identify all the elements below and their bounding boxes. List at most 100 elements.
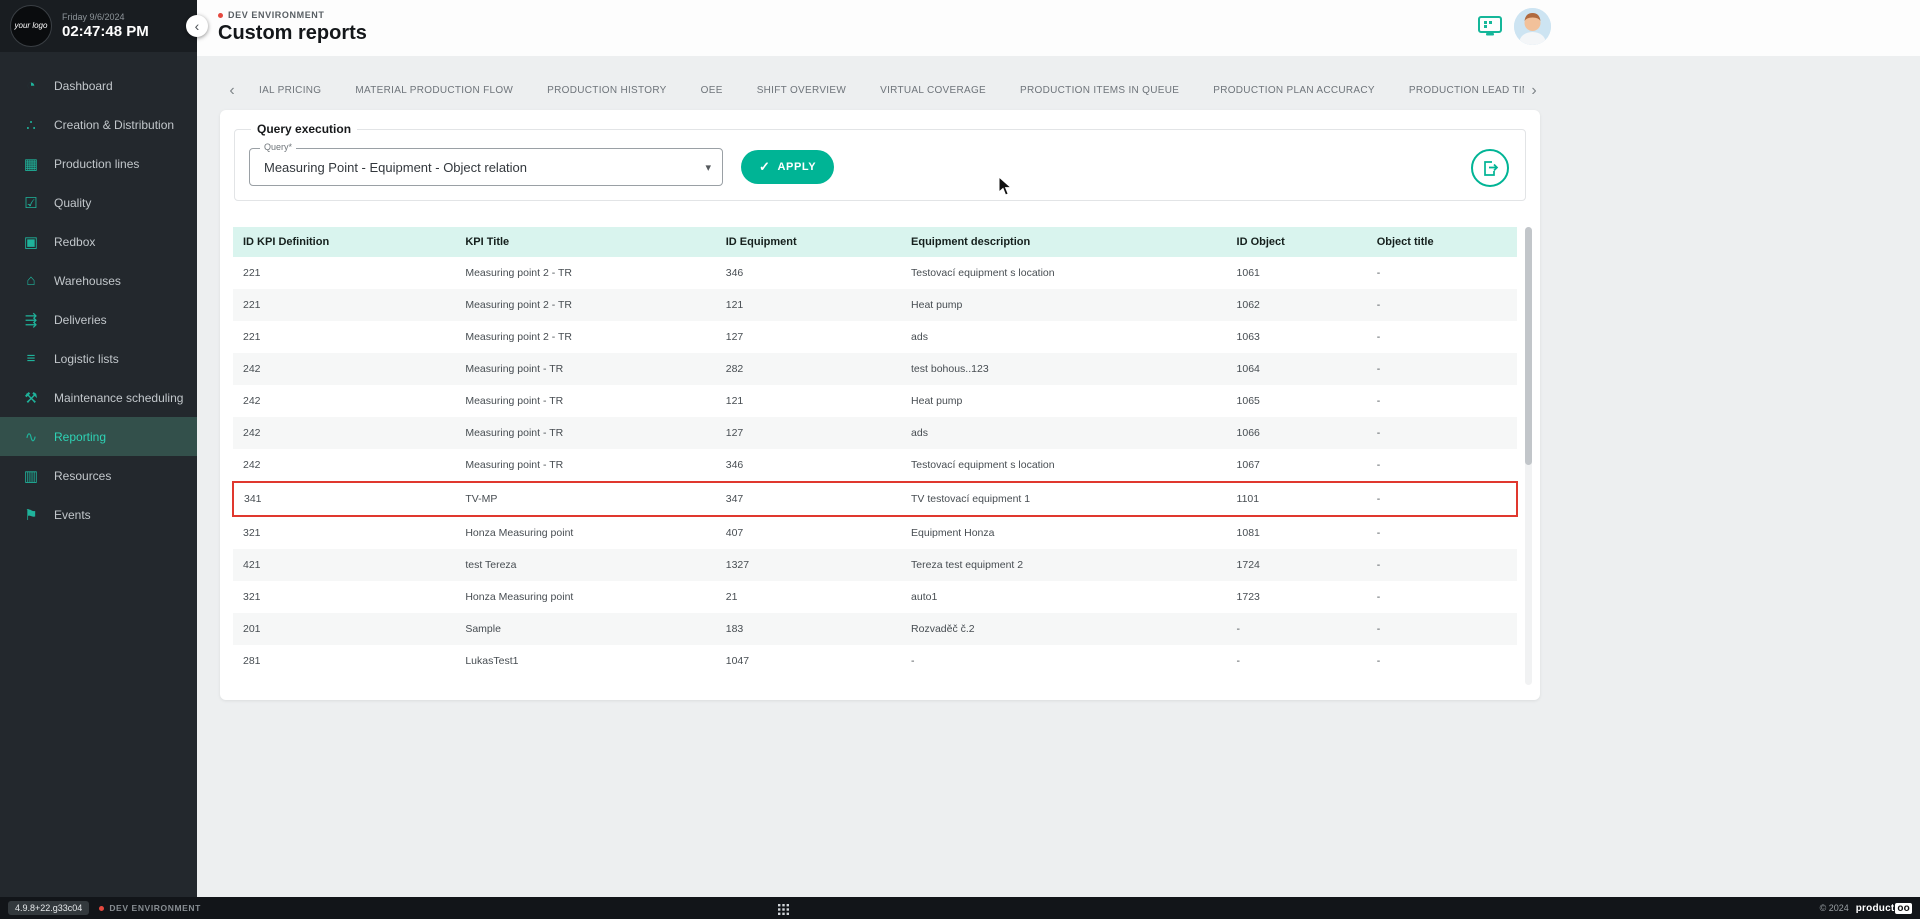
user-avatar[interactable] (1514, 8, 1551, 45)
table-row-highlighted[interactable]: 341TV-MP347TV testovací equipment 11101- (233, 482, 1517, 516)
tab-virtual-coverage[interactable]: VIRTUAL COVERAGE (863, 76, 1003, 105)
cell: - (1227, 613, 1367, 645)
cell: - (1367, 482, 1517, 516)
sidebar-item-label: Resources (54, 469, 111, 483)
col-header-object-title: Object title (1367, 227, 1517, 257)
cell: 1723 (1227, 581, 1367, 613)
table-row[interactable]: 221Measuring point 2 - TR346Testovací eq… (233, 257, 1517, 289)
export-button[interactable] (1471, 149, 1509, 187)
env-dot-icon (218, 13, 223, 18)
table-scrollbar-thumb[interactable] (1525, 227, 1532, 465)
cell: 21 (716, 581, 901, 613)
table-row[interactable]: 421test Tereza1327Tereza test equipment … (233, 549, 1517, 581)
table-row[interactable]: 242Measuring point - TR282test bohous..1… (233, 353, 1517, 385)
sidebar-item-label: Maintenance scheduling (54, 391, 183, 405)
cell: Rozvaděč č.2 (901, 613, 1227, 645)
table-row[interactable]: 201Sample183Rozvaděč č.2-- (233, 613, 1517, 645)
query-row: Query* Measuring Point - Equipment - Obj… (249, 148, 1511, 186)
query-select[interactable]: Query* Measuring Point - Equipment - Obj… (249, 148, 723, 186)
table-row[interactable]: 242Measuring point - TR127ads1066- (233, 417, 1517, 449)
cell: - (1367, 289, 1517, 321)
custom-reports-panel: Query execution Query* Measuring Point -… (220, 110, 1540, 700)
sidebar-item-events[interactable]: ⚑ Events (0, 495, 197, 534)
sidebar-item-resources[interactable]: ▥ Resources (0, 456, 197, 495)
env-indicator: DEV ENVIRONMENT (218, 10, 325, 20)
sidebar-item-warehouses[interactable]: ⌂ Warehouses (0, 261, 197, 300)
table-row[interactable]: 321Honza Measuring point21auto11723- (233, 581, 1517, 613)
query-execution-fieldset: Query execution Query* Measuring Point -… (234, 122, 1526, 201)
cell: Measuring point 2 - TR (455, 289, 715, 321)
sidebar-item-deliveries[interactable]: ⇶ Deliveries (0, 300, 197, 339)
cell: 321 (233, 581, 455, 613)
sidebar-item-redbox[interactable]: ▣ Redbox (0, 222, 197, 261)
sidebar-item-label: Creation & Distribution (54, 118, 174, 132)
sidebar-item-maintenance-scheduling[interactable]: ⚒ Maintenance scheduling (0, 378, 197, 417)
tabs-scroll-left-icon[interactable]: ‹ (222, 76, 242, 105)
current-date: Friday 9/6/2024 (62, 12, 149, 22)
tab-production-items-in-queue[interactable]: PRODUCTION ITEMS IN QUEUE (1003, 76, 1196, 105)
cell: 242 (233, 449, 455, 482)
cell: Measuring point - TR (455, 385, 715, 417)
footer-brand-area: © 2024 productoo (1820, 903, 1912, 914)
cell: - (1367, 321, 1517, 353)
table-row[interactable]: 242Measuring point - TR121Heat pump1065- (233, 385, 1517, 417)
env-dot-icon (99, 906, 104, 911)
cell: 1066 (1227, 417, 1367, 449)
cell: Testovací equipment s location (901, 257, 1227, 289)
version-badge: 4.9.8+22.g33c04 (8, 901, 89, 915)
cell: 201 (233, 613, 455, 645)
table-row[interactable]: 321Honza Measuring point407Equipment Hon… (233, 516, 1517, 549)
tab-material-pricing[interactable]: IAL PRICING (242, 76, 338, 105)
cell: - (1367, 257, 1517, 289)
page-title: Custom reports (218, 22, 367, 45)
cell: auto1 (901, 581, 1227, 613)
sidebar-item-dashboard[interactable]: ◔ Dashboard (0, 66, 197, 105)
resources-icon: ▥ (21, 467, 41, 485)
cell: 121 (716, 289, 901, 321)
report-tabs: IAL PRICING MATERIAL PRODUCTION FLOW PRO… (242, 76, 1524, 105)
table-scrollbar (1525, 227, 1532, 685)
cell: 341 (233, 482, 455, 516)
apply-button[interactable]: ✓ APPLY (741, 150, 834, 184)
cell: Heat pump (901, 385, 1227, 417)
list-icon: ≡ (21, 350, 41, 367)
tab-material-production-flow[interactable]: MATERIAL PRODUCTION FLOW (338, 76, 530, 105)
cell: 282 (716, 353, 901, 385)
cell: 1101 (1227, 482, 1367, 516)
cell: 242 (233, 417, 455, 449)
footer-env-label: DEV ENVIRONMENT (109, 903, 201, 913)
cell: 281 (233, 645, 455, 677)
tab-oee[interactable]: OEE (684, 76, 740, 105)
cell: Heat pump (901, 289, 1227, 321)
sidebar-nav: ◔ Dashboard ∴ Creation & Distribution ▦ … (0, 52, 197, 534)
cell: Equipment Honza (901, 516, 1227, 549)
tab-shift-overview[interactable]: SHIFT OVERVIEW (740, 76, 863, 105)
tab-production-history[interactable]: PRODUCTION HISTORY (530, 76, 684, 105)
sidebar-collapse-button[interactable]: ‹ (186, 15, 208, 37)
table-row[interactable]: 281LukasTest11047--- (233, 645, 1517, 677)
tabs-scroll-right-icon[interactable]: › (1524, 76, 1544, 105)
cell: 1327 (716, 549, 901, 581)
col-header-id-object: ID Object (1227, 227, 1367, 257)
productoo-logo: productoo (1856, 903, 1912, 914)
table-row[interactable]: 221Measuring point 2 - TR121Heat pump106… (233, 289, 1517, 321)
sidebar-item-quality[interactable]: ☑ Quality (0, 183, 197, 222)
cell: - (1367, 353, 1517, 385)
sidebar-item-reporting[interactable]: ∿ Reporting (0, 417, 197, 456)
cell: 127 (716, 417, 901, 449)
sidebar-item-label: Quality (54, 196, 91, 210)
table-row[interactable]: 221Measuring point 2 - TR127ads1063- (233, 321, 1517, 353)
tab-production-plan-accuracy[interactable]: PRODUCTION PLAN ACCURACY (1196, 76, 1392, 105)
sidebar-item-production-lines[interactable]: ▦ Production lines (0, 144, 197, 183)
tab-production-lead-time[interactable]: PRODUCTION LEAD TIME (1392, 76, 1524, 105)
cell: 1064 (1227, 353, 1367, 385)
feedback-button[interactable] (1475, 13, 1505, 41)
dashboard-icon: ◔ (21, 77, 41, 94)
results-table-wrap: ID KPI Definition KPI Title ID Equipment… (232, 227, 1528, 677)
sidebar-item-logistic-lists[interactable]: ≡ Logistic lists (0, 339, 197, 378)
cell: LukasTest1 (455, 645, 715, 677)
app-grid-icon[interactable] (778, 902, 789, 919)
distribution-icon: ∴ (21, 116, 41, 134)
sidebar-item-creation-distribution[interactable]: ∴ Creation & Distribution (0, 105, 197, 144)
table-row[interactable]: 242Measuring point - TR346Testovací equi… (233, 449, 1517, 482)
